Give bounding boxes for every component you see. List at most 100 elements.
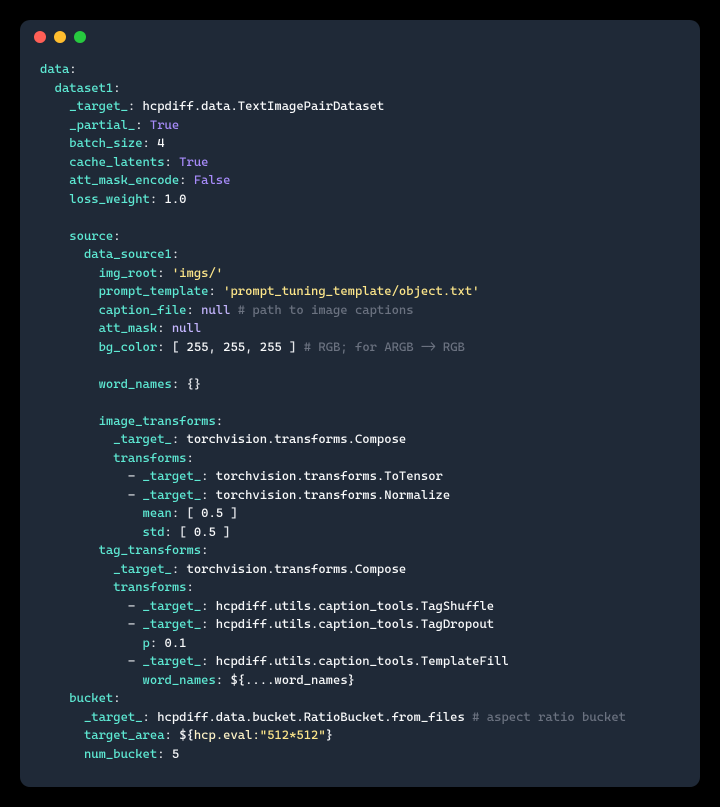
yaml-key: target_area (84, 727, 165, 742)
dash: - (128, 653, 143, 668)
colon: : (216, 413, 223, 428)
yaml-key: att_mask (99, 320, 158, 335)
bracket-open: [ (187, 505, 202, 520)
yaml-key: _target_ (143, 653, 202, 668)
colon: : (172, 431, 187, 446)
colon: : (157, 746, 172, 761)
window-titlebar (20, 20, 700, 54)
yaml-comment: # RGB; for ARGB -> RGB (296, 339, 464, 354)
colon: : (172, 505, 187, 520)
interp-open: ${ (179, 727, 194, 742)
yaml-key: caption_file (99, 302, 187, 317)
yaml-number: 0.5 (201, 505, 223, 520)
yaml-comment: # aspect ratio bucket (465, 709, 626, 724)
colon: : (201, 598, 216, 613)
yaml-key: cache_latents (69, 154, 164, 169)
yaml-bool: True (179, 154, 208, 169)
yaml-value: hcpdiff.data.TextImagePairDataset (143, 98, 385, 113)
yaml-comment: # path to image captions (230, 302, 413, 317)
yaml-key: mean (143, 505, 172, 520)
yaml-key: _partial_ (69, 117, 135, 132)
minimize-icon[interactable] (54, 31, 66, 43)
yaml-value: torchvision.transforms.Compose (187, 561, 407, 576)
yaml-key: bg_color (99, 339, 158, 354)
yaml-number: 5 (172, 746, 179, 761)
colon: : (150, 191, 165, 206)
yaml-key: batch_size (69, 135, 142, 150)
yaml-value: torchvision.transforms.Normalize (216, 487, 450, 502)
yaml-key: word_names (99, 376, 172, 391)
terminal-window: data: dataset1: _target_: hcpdiff.data.T… (20, 20, 700, 787)
yaml-key: _target_ (143, 616, 202, 631)
comma: , (208, 339, 223, 354)
interp-close: } (326, 727, 333, 742)
colon: : (179, 172, 194, 187)
yaml-value: ${....word_names} (230, 672, 355, 687)
yaml-value: torchvision.transforms.ToTensor (216, 468, 443, 483)
bracket-close: ] (216, 524, 231, 539)
colon: : (186, 302, 201, 317)
yaml-key: att_mask_encode (69, 172, 179, 187)
colon: : (143, 709, 158, 724)
code-block: data: dataset1: _target_: hcpdiff.data.T… (20, 54, 700, 787)
yaml-key: _target_ (69, 98, 128, 113)
colon: : (128, 98, 143, 113)
yaml-bool: True (150, 117, 179, 132)
colon: : (165, 524, 180, 539)
yaml-number: 255 (260, 339, 282, 354)
colon: : (113, 690, 120, 705)
yaml-key: data_source1 (84, 246, 172, 261)
yaml-key: loss_weight (69, 191, 150, 206)
colon: : (187, 450, 194, 465)
yaml-key: transforms (113, 450, 186, 465)
colon: : (201, 487, 216, 502)
dash: - (128, 598, 143, 613)
yaml-key: p (143, 635, 150, 650)
yaml-key: source (69, 228, 113, 243)
colon: : (187, 579, 194, 594)
yaml-key: dataset1 (55, 80, 114, 95)
colon: : (157, 320, 172, 335)
colon: : (172, 246, 179, 261)
yaml-null: null (201, 302, 230, 317)
yaml-number: 255 (223, 339, 245, 354)
yaml-string: 'imgs/' (172, 265, 223, 280)
yaml-key: _target_ (113, 431, 172, 446)
yaml-null: null (172, 320, 201, 335)
yaml-key: tag_transforms (99, 542, 202, 557)
bracket-open: [ (172, 339, 187, 354)
yaml-key: _target_ (143, 468, 202, 483)
colon: : (135, 117, 150, 132)
yaml-key: word_names (143, 672, 216, 687)
yaml-braces: {} (187, 376, 202, 391)
zoom-icon[interactable] (74, 31, 86, 43)
yaml-key: transforms (113, 579, 186, 594)
yaml-key: img_root (99, 265, 158, 280)
colon: : (69, 61, 76, 76)
close-icon[interactable] (34, 31, 46, 43)
colon: : (157, 339, 172, 354)
colon: : (143, 135, 158, 150)
colon: : (157, 265, 172, 280)
colon: : (165, 154, 180, 169)
comma: , (245, 339, 260, 354)
yaml-value: torchvision.transforms.Compose (187, 431, 407, 446)
yaml-key: std (143, 524, 165, 539)
dash: - (128, 487, 143, 502)
yaml-key: _target_ (143, 487, 202, 502)
colon: : (208, 283, 223, 298)
yaml-key: bucket (69, 690, 113, 705)
yaml-string: "512*512" (260, 727, 326, 742)
bracket-close: ] (282, 339, 297, 354)
colon: : (216, 672, 231, 687)
colon: : (172, 376, 187, 391)
colon: : (201, 616, 216, 631)
colon: : (201, 468, 216, 483)
yaml-key: num_bucket (84, 746, 157, 761)
colon: : (201, 653, 216, 668)
dash: - (128, 468, 143, 483)
yaml-number: 1.0 (165, 191, 187, 206)
yaml-key: _target_ (84, 709, 143, 724)
yaml-bool: False (194, 172, 231, 187)
colon: : (113, 80, 120, 95)
